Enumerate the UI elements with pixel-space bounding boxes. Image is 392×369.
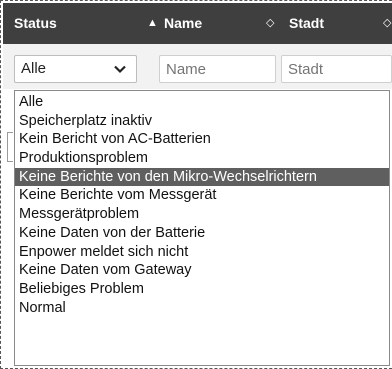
dropdown-option-messgeraetproblem[interactable]: Messgerätproblem <box>15 205 389 224</box>
dropdown-option-enpower-meldet-sich-nicht[interactable]: Enpower meldet sich nicht <box>15 243 389 262</box>
dropdown-option-keine-berichte-mikro-wechselrichter[interactable]: Keine Berichte von den Mikro-Wechselrich… <box>15 167 389 187</box>
column-header-status[interactable]: Status <box>14 3 57 44</box>
dropdown-option-alle[interactable]: Alle <box>15 93 389 112</box>
sort-ascending-icon[interactable]: ▲ <box>147 3 158 44</box>
column-header-name[interactable]: Name <box>164 3 202 44</box>
dropdown-option-normal[interactable]: Normal <box>15 299 389 318</box>
sort-unsorted-icon[interactable]: ◇ <box>266 3 274 44</box>
dropdown-option-keine-daten-batterie[interactable]: Keine Daten von der Batterie <box>15 224 389 243</box>
sort-unsorted-icon[interactable]: ◇ <box>383 3 391 44</box>
name-filter-input[interactable] <box>159 55 276 83</box>
status-filter-value: Alle <box>21 60 47 77</box>
dropdown-option-beliebiges-problem[interactable]: Beliebiges Problem <box>15 280 389 299</box>
chevron-down-icon[interactable] <box>113 62 127 76</box>
stadt-filter-input[interactable] <box>281 55 392 83</box>
status-dropdown-list: Alle Speicherplatz inaktiv Kein Bericht … <box>14 90 390 366</box>
dropdown-option-speicherplatz-inaktiv[interactable]: Speicherplatz inaktiv <box>15 112 389 131</box>
dropdown-option-keine-berichte-messgeraet[interactable]: Keine Berichte vom Messgerät <box>15 186 389 205</box>
dropdown-option-produktionsproblem[interactable]: Produktionsproblem <box>15 149 389 168</box>
dropdown-option-keine-daten-gateway[interactable]: Keine Daten vom Gateway <box>15 261 389 280</box>
row-edge-behind-dropdown <box>7 132 13 162</box>
dropdown-option-kein-bericht-ac-batterien[interactable]: Kein Bericht von AC-Batterien <box>15 130 389 149</box>
column-header-stadt[interactable]: Stadt <box>289 3 324 44</box>
